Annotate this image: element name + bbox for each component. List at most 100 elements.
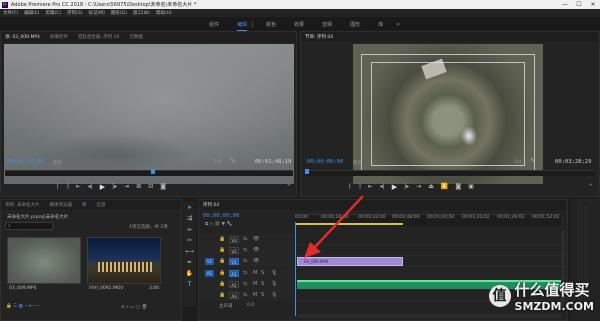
workspace-assembly[interactable]: 组件	[209, 21, 219, 28]
program-time-ruler[interactable]	[305, 169, 595, 176]
tab-media-browser[interactable]: 媒体浏览器	[49, 202, 72, 208]
mark-in-icon[interactable]: ⌈	[57, 183, 59, 191]
lock-icon[interactable]: 🔒	[219, 236, 225, 242]
program-export-frame-icon[interactable]: ◙	[455, 183, 461, 191]
source-time-ruler[interactable]	[5, 169, 293, 176]
track-select-icon[interactable]: ⇶	[187, 215, 192, 222]
menu-edit[interactable]: 编辑(E)	[24, 10, 39, 16]
type-icon[interactable]: T	[188, 281, 192, 288]
sync-lock-icon[interactable]: ⇆	[243, 236, 247, 242]
project-item-thumbnail[interactable]	[87, 237, 161, 284]
new-item-icon[interactable]: ▢	[136, 305, 140, 310]
program-resolution-select[interactable]: 1/4	[514, 160, 521, 165]
nest-icon[interactable]: ⧉	[205, 222, 208, 227]
source-fit-select[interactable]: 适合	[53, 160, 62, 166]
workspace-editing[interactable]: 编辑	[237, 21, 248, 31]
source-settings-icon[interactable]: 🔧	[230, 159, 236, 164]
delete-icon[interactable]: 🗑	[142, 305, 148, 310]
master-track-value[interactable]: 0.0	[247, 303, 254, 308]
source-add-button-icon[interactable]: +	[287, 183, 291, 188]
ripple-edit-icon[interactable]: ⟛	[187, 226, 192, 233]
menu-window[interactable]: 窗口(W)	[133, 10, 150, 16]
timeline-horizontal-scrollbar[interactable]	[297, 314, 561, 318]
sync-lock-icon[interactable]: ⇆	[243, 258, 247, 264]
solo-icon[interactable]: S	[261, 270, 264, 276]
solo-icon[interactable]: S	[261, 292, 264, 298]
step-forward-icon[interactable]: |▸	[112, 183, 117, 191]
eye-icon[interactable]: 👁	[253, 236, 259, 242]
sync-lock-icon[interactable]: ⇆	[243, 281, 247, 287]
linked-selection-icon[interactable]: ⛓	[214, 222, 220, 227]
insert-icon[interactable]: ⊞	[136, 183, 141, 191]
menu-sequence[interactable]: 序列(S)	[67, 10, 82, 16]
program-settings-icon[interactable]: 🔧	[530, 159, 536, 164]
lock-icon[interactable]: 🔒	[6, 304, 12, 309]
lock-icon[interactable]: 🔒	[219, 247, 225, 253]
tab-program[interactable]: 节目: 序列 04	[305, 34, 333, 40]
menu-marker[interactable]: 标记(M)	[89, 10, 105, 16]
project-search-input[interactable]: ⌕	[5, 222, 53, 230]
workspace-libraries[interactable]: 库	[378, 21, 383, 28]
minimize-button[interactable]: —	[558, 0, 572, 9]
track-name[interactable]: A3	[229, 292, 239, 299]
program-playhead-timecode[interactable]: 00;00;00;00	[307, 159, 343, 165]
overwrite-icon[interactable]: ⊟	[148, 183, 153, 191]
source-playhead[interactable]	[151, 169, 155, 174]
workspace-audio[interactable]: 音频	[322, 21, 332, 28]
tab-project[interactable]: 项目: 未命名大片	[5, 202, 39, 208]
lock-icon[interactable]: 🔒	[219, 270, 225, 276]
razor-icon[interactable]: ✂	[187, 237, 192, 244]
mic-icon[interactable]: 🎙	[271, 281, 277, 287]
tab-audio-track-mixer[interactable]: 音轨混合器: 序列 04	[78, 34, 120, 40]
source-patch-a1[interactable]: A1	[205, 270, 214, 277]
mute-icon[interactable]: M	[253, 281, 257, 287]
mute-icon[interactable]: M	[253, 270, 257, 276]
comparison-view-icon[interactable]: ▣	[468, 183, 474, 191]
program-go-to-in-icon[interactable]: ⇤	[368, 183, 373, 191]
timeline-playhead-line[interactable]	[295, 222, 296, 316]
zoom-slider[interactable]: —o——	[24, 304, 40, 309]
eye-icon[interactable]: 👁	[253, 247, 259, 253]
track-name[interactable]: V3	[229, 236, 239, 243]
lock-icon[interactable]: 🔒	[219, 258, 225, 264]
timeline-timecode[interactable]: 00;00;00;00	[203, 213, 239, 219]
program-go-to-out-icon[interactable]: ⇥	[416, 183, 421, 191]
program-fit-select[interactable]: 适合	[353, 160, 362, 166]
play-icon[interactable]: ▶	[100, 183, 105, 191]
track-name[interactable]: A2	[229, 281, 239, 288]
source-playhead-timecode[interactable]: 00;00;55;00	[7, 159, 43, 165]
tab-libraries[interactable]: 库	[82, 202, 87, 208]
solo-icon[interactable]: S	[261, 281, 264, 287]
tab-effect-controls[interactable]: 效果控件	[50, 34, 68, 40]
close-button[interactable]: ✕	[586, 0, 600, 9]
step-back-icon[interactable]: ◂|	[88, 183, 93, 191]
sync-lock-icon[interactable]: ⇆	[243, 270, 247, 276]
lock-icon[interactable]: 🔒	[219, 281, 225, 287]
maximize-button[interactable]: ☐	[572, 0, 586, 9]
program-add-button-icon[interactable]: +	[589, 183, 593, 188]
source-resolution-select[interactable]: 1/4	[214, 160, 221, 165]
track-name[interactable]: A1	[229, 270, 239, 277]
track-name[interactable]: V1	[229, 258, 239, 265]
tab-sequence[interactable]: 序列 04	[203, 202, 219, 208]
slip-icon[interactable]: ⟷	[185, 248, 194, 255]
search-bin-icon[interactable]: ⌕	[126, 305, 129, 310]
menu-graphics[interactable]: 图形(G)	[111, 10, 127, 16]
add-marker-icon[interactable]: ▼	[222, 222, 225, 227]
program-play-icon[interactable]: ▶	[392, 183, 397, 191]
mic-icon[interactable]: 🎙	[271, 270, 277, 276]
extract-icon[interactable]: ⏬	[441, 183, 448, 191]
timeline-settings-icon[interactable]: 🔧	[226, 222, 232, 227]
new-bin-icon[interactable]: ▭	[130, 305, 134, 310]
mute-icon[interactable]: M	[253, 292, 257, 298]
go-to-in-icon[interactable]: ⇤	[76, 183, 81, 191]
sync-lock-icon[interactable]: ⇆	[243, 247, 247, 253]
tab-info[interactable]: 信息	[96, 202, 105, 208]
source-patch-v1[interactable]: V1	[205, 258, 214, 265]
lift-icon[interactable]: ⏏	[428, 183, 434, 191]
lock-icon[interactable]: 🔒	[219, 292, 225, 298]
menu-help[interactable]: 帮助(H)	[156, 10, 172, 16]
workspace-color[interactable]: 颜色	[266, 21, 276, 28]
pen-icon[interactable]: ✒	[187, 259, 192, 266]
snap-icon[interactable]: ∩	[210, 222, 213, 227]
